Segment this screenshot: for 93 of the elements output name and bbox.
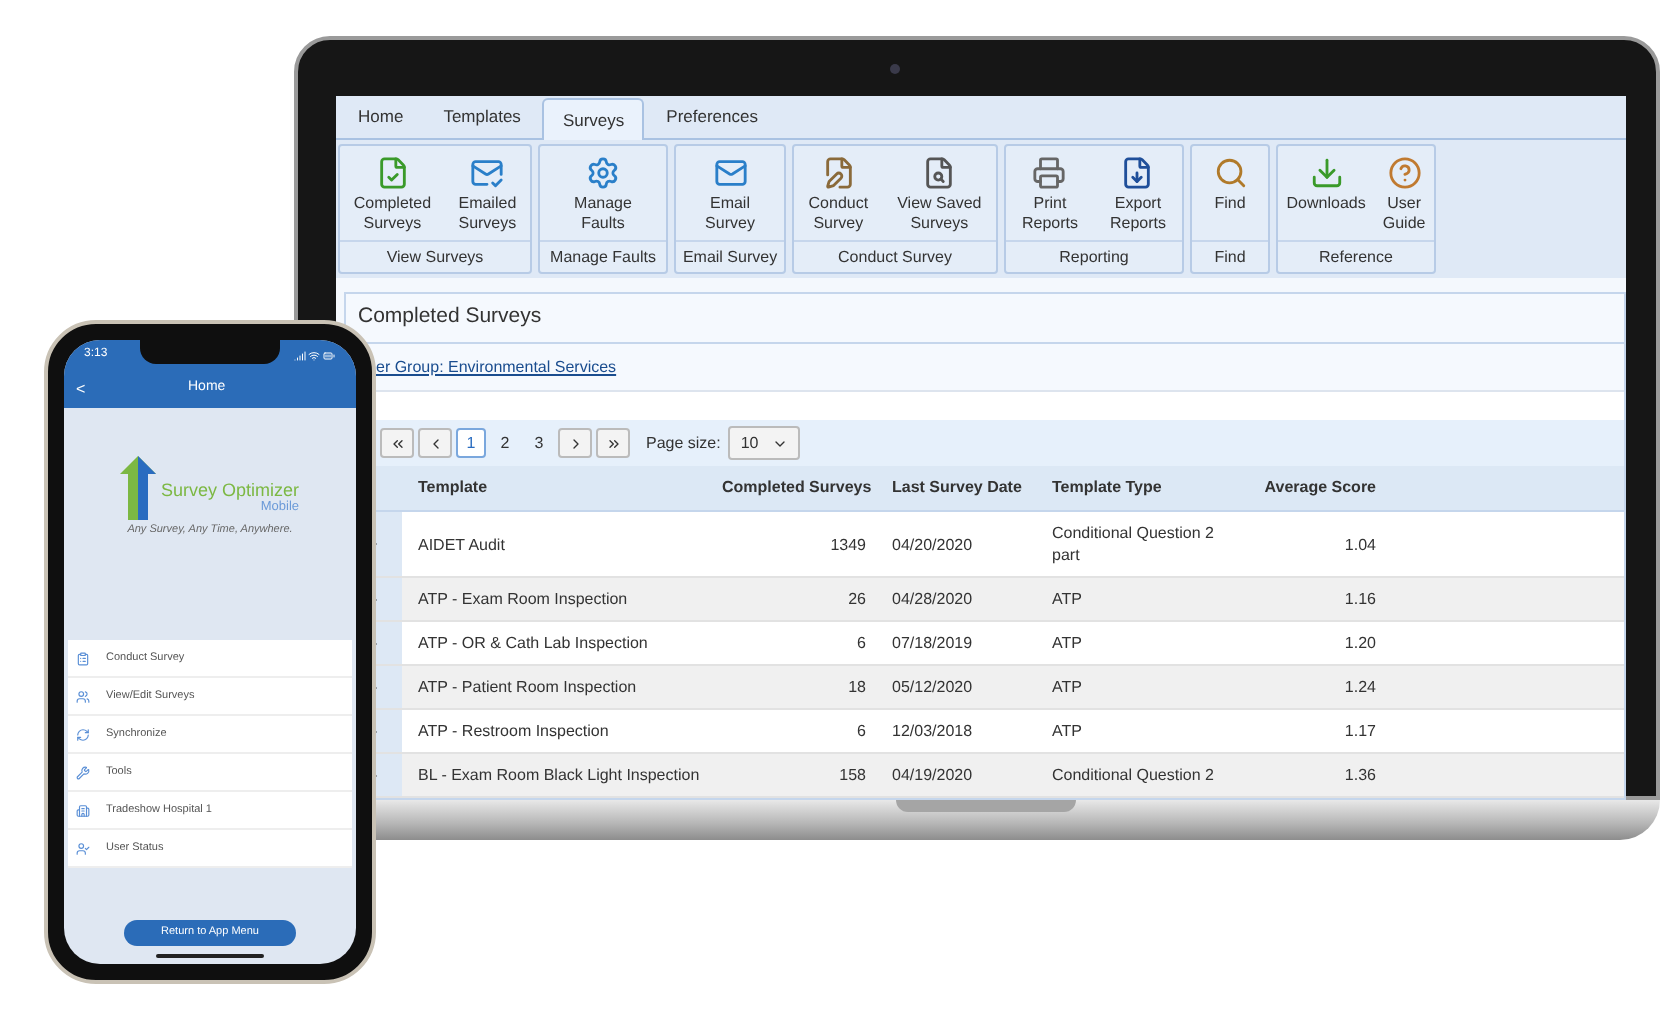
table-cell-text: 18 — [846, 676, 866, 700]
next-page-button[interactable] — [558, 428, 592, 458]
column-header[interactable]: Template Type — [1026, 476, 1234, 500]
ribbon-button[interactable]: Downloads — [1286, 194, 1366, 214]
ribbon-button[interactable]: Manage Faults — [574, 194, 632, 234]
table-cell-text: 1349 — [828, 533, 866, 557]
file-pen-icon — [821, 156, 856, 190]
help-icon — [1387, 156, 1422, 190]
table-cell-text: 12/03/2018 — [890, 720, 975, 744]
ribbon-button[interactable]: Find — [1214, 194, 1246, 214]
ribbon-button[interactable]: Export Reports — [1109, 194, 1166, 234]
first-page-button[interactable] — [380, 428, 414, 458]
table-cell-text: 07/18/2019 — [890, 632, 975, 656]
ribbon-group-label: Reporting — [1006, 240, 1182, 272]
tab[interactable]: Templates — [425, 96, 539, 138]
page-button[interactable]: 2 — [490, 428, 520, 458]
table-cell-text: ATP — [1050, 632, 1084, 656]
column-header[interactable]: Template — [402, 476, 722, 500]
last-icon — [605, 435, 621, 451]
table-cell-text: 6 — [855, 632, 866, 656]
ribbon-group-label: Manage Faults — [540, 240, 666, 272]
ribbon-button[interactable]: View Saved Surveys — [897, 194, 982, 234]
table-cell-text: 6 — [855, 720, 866, 744]
panel-title: Completed Surveys — [346, 294, 1624, 344]
table-cell-text: ATP - Patient Room Inspection — [416, 676, 639, 700]
table-cell-text: 1.36 — [1342, 764, 1376, 788]
download-icon — [1309, 156, 1344, 190]
table-cell-text: 1.16 — [1342, 588, 1376, 612]
table-cell-text: Conditional Question 2 — [1050, 764, 1216, 788]
table-cell-text: 1.24 — [1342, 676, 1376, 700]
previous-page-button[interactable] — [418, 428, 452, 458]
back-button[interactable]: < — [76, 377, 86, 401]
table-cell-text: 1.20 — [1342, 632, 1376, 656]
home-indicator — [156, 954, 264, 958]
table-cell-text: 26 — [846, 588, 866, 612]
notch — [140, 340, 280, 364]
column-header[interactable]: Average Score — [1234, 476, 1376, 500]
ribbon-group-label: View Surveys — [340, 240, 530, 272]
mail-check-icon — [470, 156, 505, 190]
printer-icon — [1032, 156, 1067, 190]
table-cell-text: ATP - OR & Cath Lab Inspection — [416, 632, 650, 656]
ribbon-button[interactable]: Emailed Surveys — [458, 194, 517, 234]
file-download-icon — [1120, 156, 1155, 190]
logo-drawing — [120, 456, 157, 520]
file-check-icon — [375, 156, 410, 190]
ribbon-button[interactable]: User Guide — [1382, 194, 1426, 234]
wrench-icon — [76, 765, 90, 779]
table-cell-text: 05/12/2020 — [890, 676, 975, 700]
page-size-select[interactable]: 10 — [728, 426, 801, 460]
table-cell-text: Conditional Question 2 part — [1050, 522, 1216, 568]
table-cell-text: 1.04 — [1342, 533, 1376, 557]
table-cell-text: 158 — [837, 764, 866, 788]
table-cell-text: 1.17 — [1342, 720, 1376, 744]
users-icon — [76, 689, 90, 703]
camera-icon — [890, 64, 900, 74]
ribbon-group-label: Email Survey — [676, 240, 784, 272]
mail-icon — [713, 156, 747, 190]
ribbon-button[interactable]: Conduct Survey — [808, 194, 869, 234]
page-button[interactable]: 1 — [456, 428, 486, 458]
sync-icon — [76, 727, 90, 741]
first-icon — [389, 435, 405, 451]
tab[interactable]: Home — [340, 96, 422, 138]
last-page-button[interactable] — [596, 428, 630, 458]
ribbon-button[interactable]: Completed Surveys — [353, 194, 432, 234]
table-cell-text: AIDET Audit — [416, 533, 507, 557]
file-search-icon — [922, 156, 957, 190]
gear-icon — [585, 156, 620, 190]
logo-name: Survey Optimizer — [160, 480, 300, 500]
tab[interactable]: Preferences — [648, 96, 776, 138]
table-cell-text: 04/19/2020 — [890, 764, 975, 788]
page-size-label: Page size: — [646, 431, 721, 455]
tab[interactable]: Surveys — [542, 98, 645, 140]
table-cell-text: BL - Exam Room Black Light Inspection — [416, 764, 702, 788]
user-check-icon — [76, 841, 90, 855]
table-cell-text: ATP - Exam Room Inspection — [416, 588, 630, 612]
column-header[interactable]: Completed Surveys — [722, 476, 866, 500]
building-icon — [76, 803, 90, 817]
ribbon-button[interactable]: Email Survey — [705, 194, 755, 234]
status-icons — [294, 349, 336, 361]
table-cell-text: 04/28/2020 — [890, 588, 975, 612]
table-cell-text: 04/20/2020 — [890, 533, 975, 557]
ribbon-group-label: Reference — [1278, 240, 1434, 272]
ribbon-button[interactable]: Print Reports — [1021, 194, 1078, 234]
table-cell-text: ATP — [1050, 676, 1084, 700]
table-cell-text: ATP - Restroom Inspection — [416, 720, 611, 744]
group-link[interactable]: er Group: Environmental Services — [376, 355, 617, 379]
ribbon-group-label: Find — [1192, 240, 1268, 272]
search-icon — [1213, 156, 1247, 190]
table-cell-text: ATP — [1050, 588, 1084, 612]
page-button[interactable]: 3 — [524, 428, 554, 458]
ribbon-group-label: Conduct Survey — [794, 240, 996, 272]
clipboard-icon — [76, 651, 90, 665]
table-cell-text: ATP — [1050, 720, 1084, 744]
